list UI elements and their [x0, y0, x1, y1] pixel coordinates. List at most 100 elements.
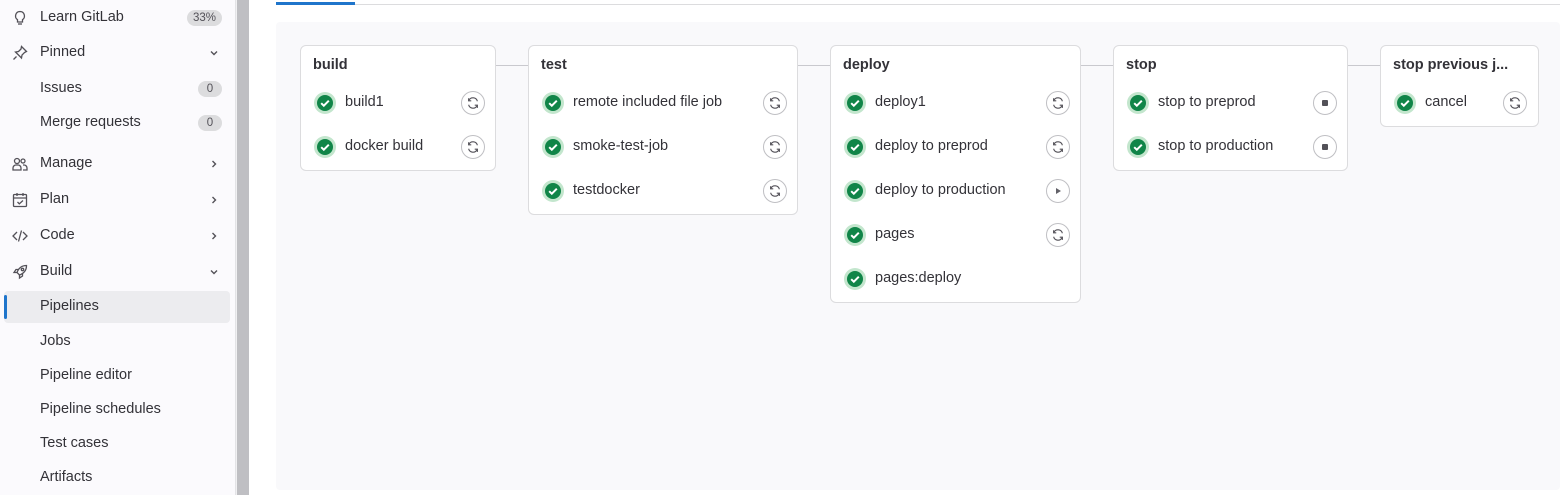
stage-test: test remote included file job smoke-test… [528, 45, 798, 215]
job-remote-included-file-job[interactable]: remote included file job [541, 89, 787, 117]
retry-button[interactable] [461, 91, 485, 115]
stage-deploy: deploy deploy1 deploy to preprod deploy … [830, 45, 1081, 303]
job-name: docker build [345, 138, 424, 154]
retry-button[interactable] [763, 91, 787, 115]
job-docker-build[interactable]: docker build [313, 133, 485, 161]
job-pages[interactable]: pages [843, 221, 1070, 249]
sidebar-item-learn-gitlab[interactable]: Learn GitLab 33% [4, 2, 230, 34]
retry-button[interactable] [1046, 91, 1070, 115]
retry-icon [1053, 97, 1063, 109]
sidebar-item-label: Artifacts [40, 469, 93, 485]
job-build1[interactable]: build1 [313, 89, 485, 117]
sidebar-item-label: Issues [40, 80, 82, 96]
job-name: pages [875, 226, 915, 242]
sidebar-item-pipelines[interactable]: Pipelines [4, 291, 230, 323]
sidebar-item-label: Merge requests [40, 114, 141, 130]
retry-button[interactable] [461, 135, 485, 159]
retry-icon [1510, 97, 1520, 109]
chevron-right-icon [212, 232, 217, 240]
bulb-icon [14, 10, 26, 25]
sidebar-item-build[interactable]: Build [4, 256, 230, 288]
stage-stop-previous-jobs: stop previous j... cancel [1380, 45, 1539, 127]
job-name: testdocker [573, 182, 640, 198]
sidebar-item-label: Jobs [40, 333, 71, 349]
users-icon [12, 157, 28, 171]
stop-button[interactable] [1313, 135, 1337, 159]
job-stop-to-production[interactable]: stop to production [1126, 133, 1337, 161]
sidebar-scrollbar-thumb[interactable] [237, 0, 249, 495]
sidebar-item-label: Code [40, 227, 75, 243]
sidebar-item-plan[interactable]: Plan [4, 184, 230, 216]
stop-button[interactable] [1313, 91, 1337, 115]
retry-icon [468, 97, 478, 109]
chevron-down-icon [210, 270, 218, 275]
sidebar: Learn GitLab 33% Pinned Issues 0 Merge r… [0, 0, 235, 495]
status-success-icon [542, 180, 564, 202]
retry-button[interactable] [763, 135, 787, 159]
sidebar-item-manage[interactable]: Manage [4, 148, 230, 180]
retry-button[interactable] [1503, 91, 1527, 115]
job-stop-to-preprod[interactable]: stop to preprod [1126, 89, 1337, 117]
progress-badge: 33% [186, 10, 222, 26]
job-name: stop to production [1158, 138, 1274, 154]
sidebar-item-label: Pipeline editor [40, 367, 132, 383]
status-success-icon [1127, 92, 1149, 114]
stage-stop: stop stop to preprod stop to production [1113, 45, 1348, 171]
job-name: deploy to production [875, 182, 1006, 198]
retry-button[interactable] [1046, 135, 1070, 159]
sidebar-item-label: Pipeline schedules [40, 401, 161, 417]
active-tab-indicator [276, 2, 355, 5]
sidebar-item-label: Learn GitLab [40, 9, 124, 25]
stage-connector [495, 65, 529, 66]
status-success-icon [542, 92, 564, 114]
job-name: deploy1 [875, 94, 926, 110]
job-cancel[interactable]: cancel [1393, 89, 1528, 117]
sidebar-item-pipeline-schedules[interactable]: Pipeline schedules [4, 394, 230, 426]
stage-connector [1080, 65, 1114, 66]
job-deploy-to-production[interactable]: deploy to production [843, 177, 1070, 205]
stage-title: stop [1126, 57, 1157, 73]
status-success-icon [1394, 92, 1416, 114]
sidebar-item-test-cases[interactable]: Test cases [4, 428, 230, 460]
job-smoke-test-job[interactable]: smoke-test-job [541, 133, 787, 161]
sidebar-item-artifacts[interactable]: Artifacts [4, 462, 230, 494]
job-name: pages:deploy [875, 270, 962, 286]
stage-title: build [313, 57, 348, 73]
stop-icon [1322, 144, 1328, 150]
sidebar-item-label: Build [40, 263, 73, 279]
job-name: deploy to preprod [875, 138, 988, 154]
sidebar-item-jobs[interactable]: Jobs [4, 326, 230, 358]
status-success-icon [314, 136, 336, 158]
sidebar-item-pinned[interactable]: Pinned [4, 37, 230, 69]
sidebar-item-issues[interactable]: Issues 0 [4, 73, 230, 105]
stage-build: build build1 docker build [300, 45, 496, 171]
rocket-icon [12, 264, 28, 280]
retry-button[interactable] [1046, 223, 1070, 247]
retry-button[interactable] [763, 179, 787, 203]
job-testdocker[interactable]: testdocker [541, 177, 787, 205]
sidebar-item-pipeline-editor[interactable]: Pipeline editor [4, 360, 230, 392]
job-name: smoke-test-job [573, 138, 669, 154]
sidebar-item-merge-requests[interactable]: Merge requests 0 [4, 107, 230, 139]
job-name: build1 [345, 94, 384, 110]
sidebar-item-label: Pipelines [40, 298, 99, 314]
chevron-right-icon [212, 160, 217, 168]
count-badge: 0 [198, 115, 222, 131]
stage-connector [1347, 65, 1381, 66]
retry-icon [1053, 141, 1063, 153]
retry-icon [770, 185, 780, 197]
job-deploy1[interactable]: deploy1 [843, 89, 1070, 117]
stop-icon [1322, 100, 1328, 106]
stage-title: test [541, 57, 567, 73]
retry-icon [770, 97, 780, 109]
stage-title: deploy [843, 57, 890, 73]
job-pages-deploy[interactable]: pages:deploy [843, 265, 1070, 293]
pin-icon [13, 45, 28, 60]
sidebar-item-code[interactable]: Code [4, 220, 230, 252]
calendar-icon [12, 193, 28, 208]
play-button[interactable] [1046, 179, 1070, 203]
status-success-icon [844, 180, 866, 202]
job-name: remote included file job [573, 94, 723, 110]
stage-connector [797, 65, 831, 66]
job-deploy-to-preprod[interactable]: deploy to preprod [843, 133, 1070, 161]
